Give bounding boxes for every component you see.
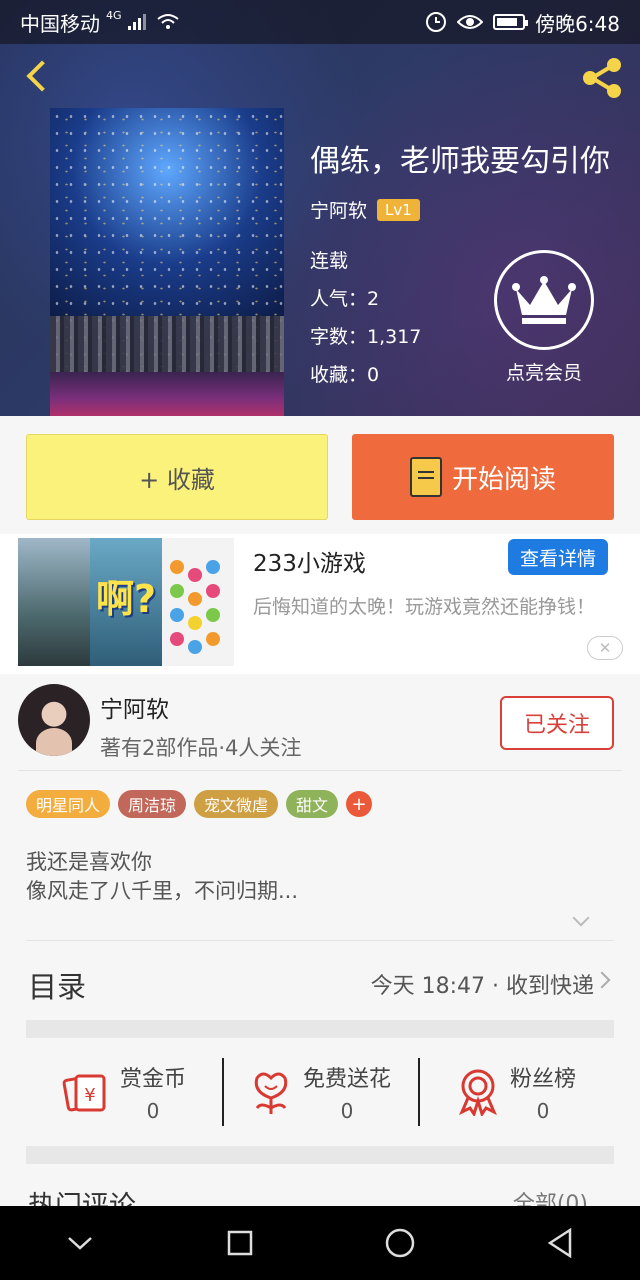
ad-title[interactable]: 233小游戏 (253, 544, 366, 578)
latest-chapter[interactable]: 今天 18:47 · 收到快递 (371, 968, 594, 1000)
level-badge: Lv1 (377, 198, 420, 221)
coin-envelope-icon: ¥ (62, 1074, 106, 1112)
book-description: 我还是喜欢你 像风走了八千里，不问归期... (26, 848, 298, 906)
gift-label: 粉丝榜 (509, 1067, 576, 1092)
crown-icon (512, 276, 576, 324)
tag-item[interactable]: 宠文微虐 (194, 790, 279, 818)
gift-count: 0 (340, 1099, 354, 1123)
ad-details-button[interactable]: 查看详情 (508, 539, 608, 575)
book-icon (409, 457, 442, 497)
alarm-icon (426, 12, 447, 32)
gift-label: 免费送花 (302, 1067, 391, 1092)
author-line: 宁阿软 Lv1 (310, 196, 420, 223)
nav-recents-button[interactable] (210, 1213, 270, 1273)
description-line: 像风走了八千里，不问归期... (26, 879, 299, 903)
all-comments-link[interactable]: 全部(0) (513, 1186, 588, 1206)
section-separator (26, 1146, 614, 1164)
action-bar: + 收藏 开始阅读 (0, 416, 640, 534)
serial-status: 连载 (310, 250, 349, 272)
hot-comments-header: 热门评论 全部(0) (0, 1166, 640, 1206)
svg-text:¥: ¥ (84, 1085, 95, 1106)
follow-button[interactable]: 已关注 (500, 696, 614, 750)
back-arrow-icon (26, 60, 58, 92)
start-reading-label: 开始阅读 (451, 464, 556, 495)
gift-count: 0 (536, 1099, 550, 1123)
square-icon (227, 1230, 253, 1256)
triangle-back-icon (547, 1228, 572, 1258)
gift-bar: ¥ 赏金币 0 免费送花 0 粉丝榜 0 (26, 1040, 614, 1144)
catalog-title: 目录 (28, 970, 87, 1004)
vip-label: 点亮会员 (505, 362, 582, 384)
catalog-row[interactable]: 目录 今天 18:47 · 收到快递 (0, 942, 640, 1022)
author-card-stats: 著有2部作品·4人关注 (100, 736, 302, 760)
collect-button[interactable]: + 收藏 (26, 434, 328, 520)
system-nav-bar (0, 1206, 640, 1280)
book-header: 中国移动 4G 傍晚6:48 偶练，老师我要勾引你 宁阿软 Lv1 连载 人气：… (0, 0, 640, 416)
ad-description: 后悔知道的太晚！玩游戏竟然还能挣钱！ (253, 596, 596, 618)
author-card[interactable]: 宁阿软 著有2部作品·4人关注 已关注 (0, 674, 640, 772)
circle-icon (385, 1228, 415, 1258)
favorites-count: 收藏：0 (310, 364, 380, 386)
tag-item[interactable]: 周洁琼 (118, 790, 187, 818)
back-button[interactable] (18, 56, 58, 96)
medal-icon (458, 1069, 497, 1116)
section-separator (26, 1020, 614, 1038)
book-title: 偶练，老师我要勾引你 (310, 144, 610, 179)
divider (18, 770, 622, 771)
close-icon: ✕ (598, 639, 612, 657)
start-reading-button[interactable]: 开始阅读 (352, 434, 614, 520)
status-bar: 中国移动 4G 傍晚6:48 (0, 0, 640, 44)
reward-coins-button[interactable]: ¥ 赏金币 0 (26, 1040, 222, 1144)
description-line: 我还是喜欢你 (26, 850, 152, 874)
divider (26, 940, 614, 941)
tag-item[interactable]: 明星同人 (26, 790, 111, 818)
carrier-label: 中国移动 (20, 11, 100, 36)
clock: 傍晚6:48 (535, 11, 620, 36)
share-icon[interactable] (578, 54, 626, 102)
avatar[interactable] (18, 684, 90, 756)
ad-image-text: 啊? (96, 577, 157, 621)
chevron-down-icon (68, 1237, 92, 1250)
battery-icon (493, 14, 529, 30)
nav-collapse-button[interactable] (50, 1213, 110, 1273)
vip-button[interactable]: 点亮会员 (492, 250, 596, 385)
author-name[interactable]: 宁阿软 (310, 196, 367, 223)
chevron-down-icon (572, 909, 590, 927)
hot-comments-title: 热门评论 (28, 1184, 136, 1206)
author-card-name[interactable]: 宁阿软 (100, 690, 169, 724)
ad-close-button[interactable]: ✕ (587, 636, 623, 660)
fan-ranking-button[interactable]: 粉丝榜 0 (418, 1040, 614, 1144)
nav-home-button[interactable] (370, 1213, 430, 1273)
popularity: 人气：2 (310, 288, 380, 310)
chevron-right-icon (593, 971, 611, 989)
word-count: 字数：1,317 (310, 326, 422, 348)
tag-list: 明星同人 周洁琼 宠文微虐 甜文 + (26, 790, 373, 818)
nav-back-button[interactable] (530, 1213, 590, 1273)
tag-item[interactable]: 甜文 (286, 790, 339, 818)
gift-count: 0 (146, 1099, 160, 1123)
gift-label: 赏金币 (119, 1067, 186, 1092)
eye-icon (457, 15, 484, 29)
flower-icon (254, 1072, 288, 1114)
ad-banner[interactable]: 啊? 233小游戏 查看详情 后悔知道的太晚！玩游戏竟然还能挣钱！ ✕ (0, 534, 640, 674)
ad-image[interactable]: 啊? (18, 538, 234, 666)
signal-icon (127, 14, 150, 30)
book-cover[interactable] (50, 108, 284, 416)
expand-description-button[interactable] (572, 909, 595, 932)
network-label: 4G (106, 8, 122, 22)
add-tag-button[interactable]: + (346, 791, 373, 817)
wifi-icon (156, 14, 179, 29)
send-flower-button[interactable]: 免费送花 0 (222, 1040, 418, 1144)
